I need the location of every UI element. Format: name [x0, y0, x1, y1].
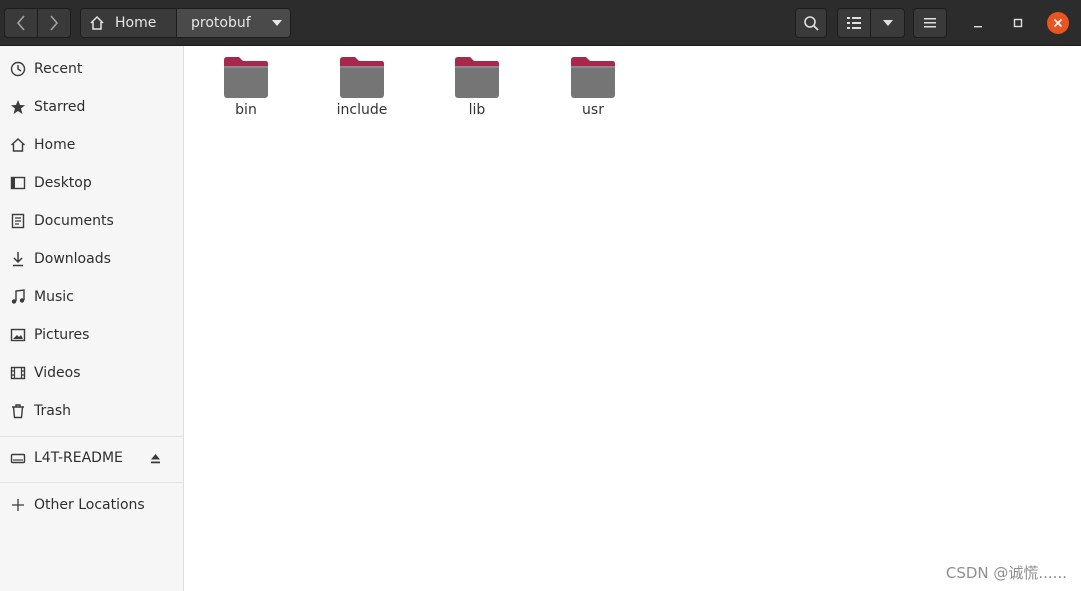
sidebar-item-home[interactable]: Home — [0, 128, 183, 162]
sidebar: Recent Starred Home Desktop Documents Do… — [0, 46, 184, 591]
back-button[interactable] — [4, 8, 38, 38]
sidebar-item-label: Documents — [34, 213, 114, 229]
folder-icon — [340, 57, 384, 98]
minimize-button[interactable] — [967, 12, 989, 34]
sidebar-divider — [0, 482, 183, 483]
sidebar-item-label: Starred — [34, 99, 86, 115]
eject-icon[interactable] — [150, 452, 161, 468]
sidebar-item-recent[interactable]: Recent — [0, 52, 183, 86]
triangle-down-icon — [882, 20, 893, 26]
maximize-button[interactable] — [1007, 12, 1029, 34]
sidebar-item-label: Trash — [34, 403, 71, 419]
sidebar-item-documents[interactable]: Documents — [0, 204, 183, 238]
plus-icon — [9, 496, 27, 514]
file-view: bin include lib usr CSDN @诚慌...... — [185, 46, 1081, 591]
clock-icon — [9, 60, 27, 78]
path-home-label: Home — [115, 15, 157, 31]
home-icon — [90, 15, 104, 30]
minimize-icon — [974, 26, 982, 28]
chevron-left-icon — [16, 15, 25, 31]
sidebar-item-trash[interactable]: Trash — [0, 394, 183, 428]
folder-item-bin[interactable]: bin — [201, 56, 291, 118]
close-icon — [1053, 18, 1063, 28]
download-icon — [9, 250, 27, 268]
path-home-button[interactable]: Home — [81, 9, 177, 37]
picture-icon — [9, 326, 27, 344]
folder-item-usr[interactable]: usr — [548, 56, 638, 118]
sidebar-item-label: Home — [34, 137, 76, 153]
file-name: usr — [582, 102, 604, 118]
drive-icon — [9, 449, 27, 467]
home-icon — [9, 136, 27, 154]
star-icon — [9, 98, 27, 116]
sidebar-item-label: Other Locations — [34, 497, 145, 513]
sidebar-item-label: Desktop — [34, 175, 92, 191]
search-icon — [804, 16, 819, 31]
view-options-button[interactable] — [870, 8, 905, 38]
sidebar-item-starred[interactable]: Starred — [0, 90, 183, 124]
sidebar-item-other-locations[interactable]: Other Locations — [0, 488, 183, 522]
folder-icon — [455, 57, 499, 98]
music-icon — [9, 288, 27, 306]
header-bar: Home protobuf — [0, 0, 1081, 46]
sidebar-item-label: Downloads — [34, 251, 111, 267]
trash-icon — [9, 402, 27, 420]
triangle-down-icon — [272, 20, 282, 26]
menu-button[interactable] — [913, 8, 947, 38]
list-view-button[interactable] — [837, 8, 871, 38]
sidebar-item-label: Videos — [34, 365, 81, 381]
forward-button[interactable] — [37, 8, 71, 38]
hamburger-icon — [924, 18, 936, 28]
list-view-icon — [847, 17, 861, 29]
sidebar-item-label: Pictures — [34, 327, 90, 343]
sidebar-item-l4t-readme[interactable]: L4T-README — [0, 441, 183, 475]
desktop-icon — [9, 174, 27, 192]
sidebar-divider — [0, 436, 183, 437]
maximize-icon — [1013, 18, 1023, 28]
file-name: bin — [235, 102, 257, 118]
chevron-right-icon — [50, 15, 59, 31]
sidebar-item-desktop[interactable]: Desktop — [0, 166, 183, 200]
folder-icon — [571, 57, 615, 98]
close-button[interactable] — [1047, 12, 1069, 34]
sidebar-item-label: Music — [34, 289, 74, 305]
path-current-button[interactable]: protobuf — [177, 9, 290, 37]
sidebar-item-music[interactable]: Music — [0, 280, 183, 314]
sidebar-item-label: L4T-README — [34, 450, 123, 466]
file-name: lib — [468, 102, 486, 118]
file-name: include — [336, 102, 388, 118]
folder-item-include[interactable]: include — [317, 56, 407, 118]
path-bar: Home protobuf — [80, 8, 291, 38]
sidebar-item-videos[interactable]: Videos — [0, 356, 183, 390]
sidebar-item-downloads[interactable]: Downloads — [0, 242, 183, 276]
sidebar-item-pictures[interactable]: Pictures — [0, 318, 183, 352]
folder-icon — [224, 57, 268, 98]
document-icon — [9, 212, 27, 230]
watermark: CSDN @诚慌...... — [945, 564, 1067, 582]
folder-item-lib[interactable]: lib — [432, 56, 522, 118]
path-current-label: protobuf — [191, 15, 251, 31]
sidebar-item-label: Recent — [34, 61, 83, 77]
video-icon — [9, 364, 27, 382]
search-button[interactable] — [795, 8, 827, 38]
